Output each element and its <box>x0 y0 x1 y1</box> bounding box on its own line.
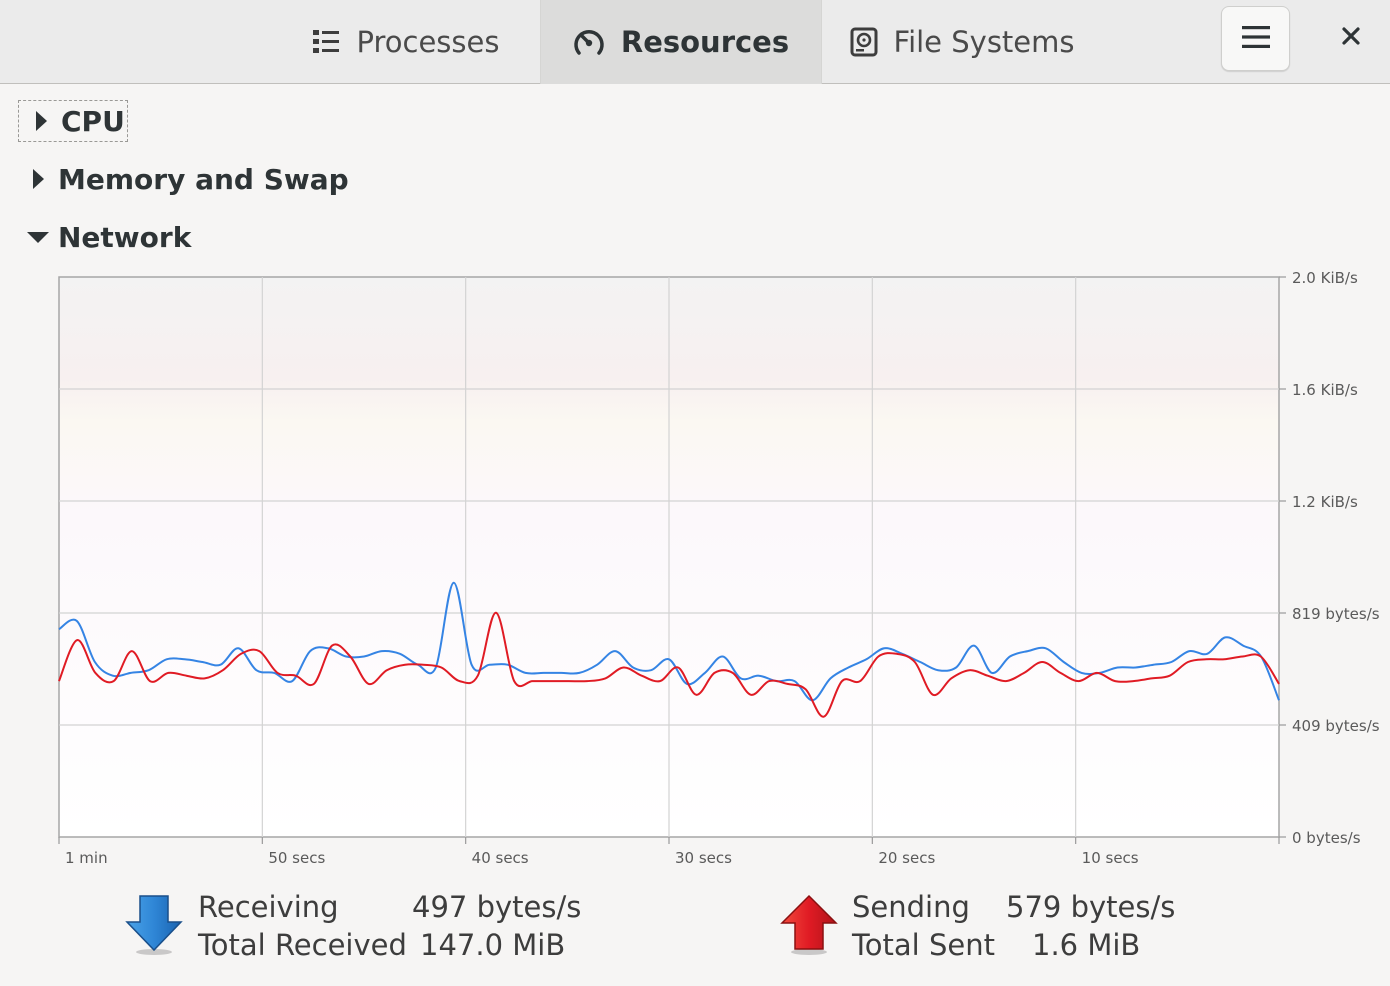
network-expander[interactable]: Network <box>18 215 191 259</box>
sending-stats: Sending 579 bytes/s Total Sent 1.6 MiB <box>775 886 1195 970</box>
y-tick-label: 2.0 KiB/s <box>1292 269 1358 287</box>
header-bar: Processes Resources File Systems <box>0 0 1390 84</box>
tab-file-systems[interactable]: File Systems <box>822 0 1102 84</box>
total-sent-value: 1.6 MiB <box>1032 928 1141 962</box>
x-tick-label: 50 secs <box>268 849 325 867</box>
sending-rate-value: 579 bytes/s <box>1006 890 1176 924</box>
expand-arrow-icon <box>18 168 58 190</box>
x-tick-label: 1 min <box>65 849 108 867</box>
receiving-stats: Receiving 497 bytes/s Total Received 147… <box>120 886 600 970</box>
tab-resources[interactable]: Resources <box>540 0 822 84</box>
tab-file-systems-label: File Systems <box>893 25 1075 59</box>
expand-arrow-icon <box>21 110 61 132</box>
tab-processes-label: Processes <box>356 25 500 59</box>
network-history-chart: 2.0 KiB/s 1.6 KiB/s 1.2 KiB/s 819 bytes/s 40… <box>58 269 1380 867</box>
network-expander-label: Network <box>58 220 192 254</box>
close-button[interactable] <box>1322 8 1380 68</box>
total-received-value: 147.0 MiB <box>420 928 566 962</box>
tab-processes[interactable]: Processes <box>270 0 540 84</box>
list-icon <box>311 28 341 56</box>
memory-swap-expander-label: Memory and Swap <box>58 162 349 196</box>
total-sent-label: Total Sent <box>852 928 995 962</box>
x-tick-label: 30 secs <box>675 849 732 867</box>
gauge-icon <box>573 27 605 57</box>
disk-icon <box>850 27 878 57</box>
sending-label: Sending <box>852 890 970 924</box>
collapse-arrow-icon <box>18 230 58 244</box>
x-tick-label: 10 secs <box>1082 849 1139 867</box>
cpu-expander-label: CPU <box>61 104 125 138</box>
close-icon <box>1341 26 1361 50</box>
y-tick-label: 0 bytes/s <box>1292 829 1361 847</box>
tab-resources-label: Resources <box>620 25 790 59</box>
memory-swap-expander[interactable]: Memory and Swap <box>18 157 349 201</box>
y-tick-label: 1.6 KiB/s <box>1292 381 1358 399</box>
cpu-expander[interactable]: CPU <box>18 99 128 143</box>
main-menu-button[interactable] <box>1221 6 1290 71</box>
y-tick-label: 1.2 KiB/s <box>1292 493 1358 511</box>
total-received-label: Total Received <box>198 928 407 962</box>
x-tick-label: 20 secs <box>878 849 935 867</box>
upload-arrow-icon <box>778 892 840 960</box>
y-tick-label: 409 bytes/s <box>1292 717 1380 735</box>
receiving-label: Receiving <box>198 890 339 924</box>
x-tick-label: 40 secs <box>472 849 529 867</box>
receiving-rate-value: 497 bytes/s <box>412 890 582 924</box>
hamburger-icon <box>1241 24 1271 54</box>
download-arrow-icon <box>124 892 184 960</box>
y-tick-label: 819 bytes/s <box>1292 605 1380 623</box>
